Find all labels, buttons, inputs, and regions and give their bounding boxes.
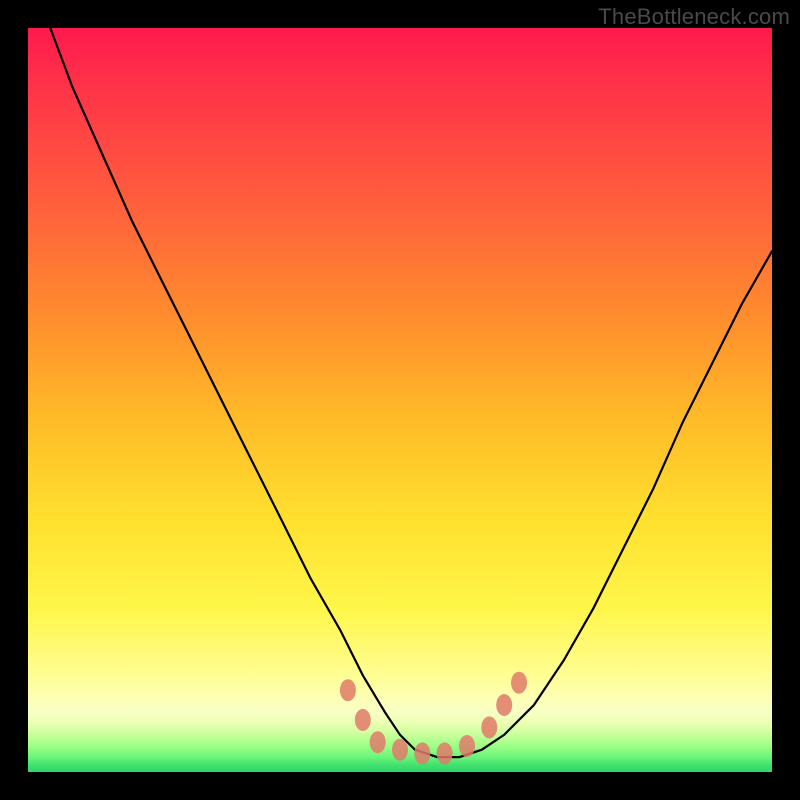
- bottleneck-curve: [50, 28, 772, 757]
- plot-area: [28, 28, 772, 772]
- curve-layer: [28, 28, 772, 772]
- valley-marker: [392, 739, 408, 761]
- valley-marker: [414, 742, 430, 764]
- valley-marker: [355, 709, 371, 731]
- chart-frame: TheBottleneck.com: [0, 0, 800, 800]
- valley-marker: [437, 742, 453, 764]
- valley-marker: [370, 731, 386, 753]
- valley-marker: [511, 672, 527, 694]
- valley-marker: [340, 679, 356, 701]
- valley-marker: [496, 694, 512, 716]
- valley-marker: [481, 716, 497, 738]
- valley-marker: [459, 735, 475, 757]
- watermark-text: TheBottleneck.com: [598, 4, 790, 30]
